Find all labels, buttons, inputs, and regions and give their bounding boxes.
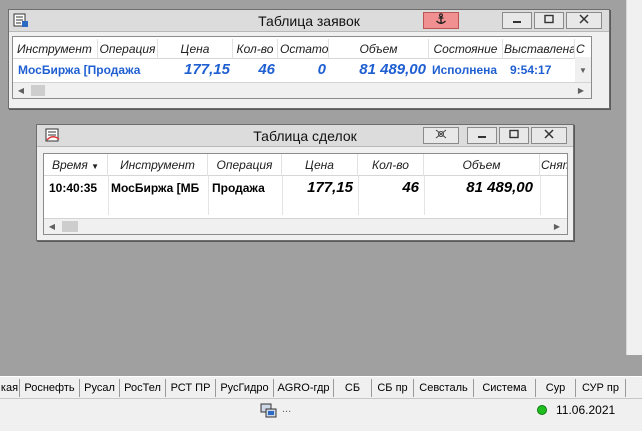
deals-table[interactable]: Время ▼ Инструмент Операция Цена Кол-во …	[43, 153, 568, 235]
deal-qty: 46	[402, 179, 419, 196]
column-header-price[interactable]: Цена	[282, 154, 358, 176]
column-header-volume[interactable]: Объем	[424, 154, 540, 176]
anchor-button[interactable]	[423, 12, 459, 29]
minimize-button[interactable]	[467, 127, 497, 144]
sort-down-icon: ▼	[91, 162, 100, 171]
tab-item[interactable]: кая	[0, 379, 20, 397]
close-icon	[579, 14, 589, 27]
scroll-right-arrow-icon[interactable]: ▶	[573, 83, 589, 98]
scroll-thumb[interactable]	[62, 221, 78, 232]
scroll-right-arrow-icon[interactable]: ▶	[549, 219, 565, 234]
connection-status-text: ...	[282, 403, 292, 415]
maximize-button[interactable]	[499, 127, 529, 144]
column-header-instrument[interactable]: Инструмент	[16, 39, 98, 59]
status-bar: ... 11.06.2021	[0, 398, 642, 431]
tab-item[interactable]: Система	[474, 379, 536, 397]
tab-item[interactable]: Севсталь	[414, 379, 474, 397]
orders-horizontal-scrollbar[interactable]: ◀ ▶	[13, 82, 591, 98]
column-header-qty[interactable]: Кол-во	[358, 154, 424, 176]
order-remainder: 0	[317, 61, 326, 78]
order-state: Исполнена	[432, 63, 498, 77]
status-date: 11.06.2021	[556, 403, 616, 417]
tab-item[interactable]: СБ пр	[372, 379, 414, 397]
orders-titlebar[interactable]: Таблица заявок	[9, 10, 609, 32]
deal-price: 177,15	[307, 179, 353, 196]
column-header-volume[interactable]: Объем	[329, 39, 429, 59]
deals-table-header: Время ▼ Инструмент Операция Цена Кол-во …	[44, 154, 567, 176]
deal-operation: Продажа	[212, 181, 265, 195]
order-placed: 9:54:17	[510, 63, 552, 77]
column-header-state[interactable]: Состояние	[429, 39, 503, 59]
order-volume: 81 489,00	[359, 61, 426, 78]
maximize-button[interactable]	[534, 12, 564, 29]
scroll-left-arrow-icon[interactable]: ◀	[44, 219, 60, 234]
deal-volume: 81 489,00	[466, 179, 533, 196]
column-header-price[interactable]: Цена	[158, 39, 233, 59]
minimize-icon	[512, 14, 522, 27]
deal-row[interactable]: 10:40:35 МосБиржа [МБ Продажа 177,15 46 …	[44, 178, 567, 198]
tab-item[interactable]: AGRO-гдр	[274, 379, 334, 397]
maximize-icon	[509, 129, 519, 142]
pin-icon	[434, 128, 448, 143]
tab-item[interactable]: СБ	[334, 379, 372, 397]
column-header-operation[interactable]: Операция	[208, 154, 282, 176]
tab-item[interactable]: РосТел	[120, 379, 166, 397]
scroll-down-arrow-icon[interactable]: ▼	[575, 63, 591, 78]
tab-item[interactable]: Сур	[536, 379, 576, 397]
column-header-placed[interactable]: Выставлена	[503, 39, 575, 59]
connection-indicator-icon	[537, 405, 547, 415]
order-price: 177,15	[184, 61, 230, 78]
scroll-thumb[interactable]	[31, 85, 45, 96]
tab-item[interactable]: РусГидро	[216, 379, 274, 397]
column-header-extra[interactable]: С	[575, 39, 587, 59]
maximize-icon	[544, 14, 554, 27]
tab-item[interactable]: Роснефть	[20, 379, 80, 397]
minimize-button[interactable]	[502, 12, 532, 29]
workspace-tabs: кая Роснефть Русал РосТел РСТ ПР РусГидр…	[0, 376, 642, 398]
order-row[interactable]: МосБиржа [Продажа 177,15 46 0 81 489,00 …	[13, 60, 591, 80]
deal-instrument: МосБиржа [МБ	[111, 181, 200, 195]
tab-item[interactable]: СУР пр	[576, 379, 626, 397]
close-button[interactable]	[531, 127, 567, 144]
column-header-time-label: Время	[51, 158, 88, 172]
column-header-time[interactable]: Время ▼	[44, 154, 108, 176]
workspace-vertical-scrollbar[interactable]	[626, 0, 642, 355]
orders-table-header: Инструмент Операция Цена Кол-во Остаток …	[13, 39, 591, 59]
orders-table[interactable]: Инструмент Операция Цена Кол-во Остаток …	[12, 36, 592, 99]
deals-horizontal-scrollbar[interactable]: ◀ ▶	[44, 218, 567, 234]
order-instrument: МосБиржа [Продажа	[18, 63, 141, 77]
anchor-icon	[435, 13, 447, 28]
connection-icon[interactable]	[260, 403, 278, 422]
order-qty: 46	[258, 61, 275, 78]
column-header-removed[interactable]: Снят	[540, 154, 567, 176]
orders-vertical-scrollbar[interactable]: ▼	[575, 57, 591, 82]
tab-item[interactable]: РСТ ПР	[166, 379, 216, 397]
column-header-instrument[interactable]: Инструмент	[108, 154, 208, 176]
pin-button[interactable]	[423, 127, 459, 144]
minimize-icon	[477, 129, 487, 142]
column-header-remainder[interactable]: Остаток	[279, 39, 329, 59]
deals-titlebar[interactable]: Таблица сделок	[37, 125, 573, 147]
scroll-left-arrow-icon[interactable]: ◀	[13, 83, 29, 98]
column-header-operation[interactable]: Операция	[98, 39, 158, 59]
column-header-qty[interactable]: Кол-во	[233, 39, 278, 59]
tab-item[interactable]: Русал	[80, 379, 120, 397]
orders-window: Таблица заявок Инструмент Операция Цена …	[8, 9, 610, 109]
close-icon	[544, 129, 554, 142]
deals-window: Таблица сделок Время ▼ Инструмент Операц…	[36, 124, 574, 241]
deal-time: 10:40:35	[49, 181, 98, 195]
close-button[interactable]	[566, 12, 602, 29]
